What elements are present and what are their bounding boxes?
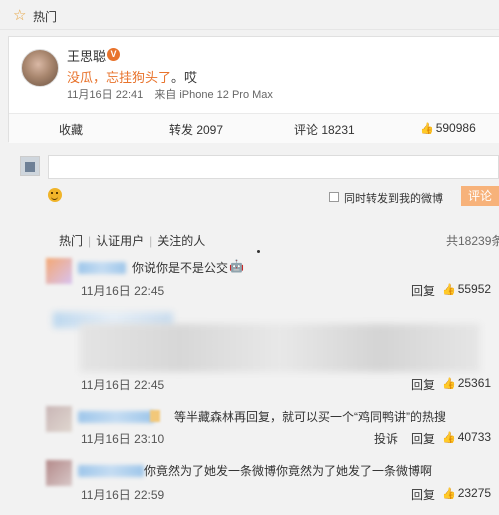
also-repost-checkbox[interactable]: [329, 192, 339, 202]
post-text-suffix: 。哎: [171, 70, 198, 85]
badge-icon: [150, 410, 160, 422]
filter-separator: |: [149, 234, 153, 248]
thumbs-up-icon: 👍: [442, 432, 456, 444]
commenter-name[interactable]: [78, 465, 144, 477]
comment-like-count: 25361: [457, 376, 492, 390]
post-time[interactable]: 11月16日 22:41: [67, 89, 143, 101]
top-bar: ☆ 热门: [0, 0, 499, 30]
thumbs-up-icon: 👍: [442, 488, 456, 500]
reply-button[interactable]: 回复: [411, 430, 435, 447]
also-repost-label: 同时转发到我的微博: [344, 193, 443, 205]
comment-like-count: 40733: [457, 430, 492, 444]
comment-input[interactable]: [48, 155, 499, 179]
collect-button[interactable]: 收藏: [59, 121, 83, 138]
comment-like-button[interactable]: 👍 23275: [442, 486, 491, 500]
comment-row: 你竟然为了她发一条微博你竟然为了她发了一条微博啊 11月16日 22:59 回复…: [8, 460, 499, 508]
reply-button[interactable]: 回复: [411, 486, 435, 503]
filter-hot[interactable]: 热门: [59, 234, 83, 248]
comment-row: 你说你是不是公交 🤖 11月16日 22:45 回复 👍 55952: [8, 258, 499, 304]
comment-text: 你竟然为了她发一条微博你竟然为了她发了一条微博啊: [144, 464, 433, 478]
post-card: 王思聪 V 没瓜，忘挂狗头了。哎 11月16日 22:41 来自 iPhone …: [8, 36, 499, 143]
comment-row: 等半藏森林再回复，就可以买一个“鸡同鸭讲”的热搜 11月16日 23:10 投诉…: [8, 406, 499, 450]
like-count: 590986: [435, 121, 476, 135]
comment-time: 11月16日 22:45: [81, 284, 165, 298]
comment-time: 11月16日 22:45: [81, 378, 165, 392]
post-text-highlight[interactable]: 忘挂狗头了: [106, 70, 171, 85]
repost-button[interactable]: 转发 2097: [169, 121, 223, 138]
thumbs-up-icon: 👍: [442, 378, 456, 390]
reply-button[interactable]: 回复: [411, 376, 435, 393]
verified-badge-icon: V: [107, 48, 120, 61]
comment-text: 等半藏森林再回复，就可以买一个“鸡同鸭讲”的热搜: [174, 410, 446, 424]
filter-verified[interactable]: 认证用户: [96, 234, 144, 248]
comment-button[interactable]: 评论 18231: [294, 121, 355, 138]
section-title: 热门: [33, 10, 58, 24]
post-text: 没瓜，忘挂狗头了。哎: [67, 67, 197, 86]
commenter-name[interactable]: [78, 262, 126, 274]
post-source: 来自 iPhone 12 Pro Max: [154, 89, 273, 101]
post-actions: 收藏 转发 2097 评论 18231 👍 590986: [9, 113, 499, 143]
post-text-prefix[interactable]: 没瓜，: [67, 70, 106, 85]
submit-comment-button[interactable]: 评论: [461, 186, 499, 206]
thumbs-up-icon: 👍: [442, 284, 456, 296]
star-icon: ☆: [13, 7, 27, 24]
author-avatar[interactable]: [21, 49, 59, 87]
comment-row: 11月16日 22:45 回复 👍 25361: [8, 310, 499, 395]
comment-like-count: 55952: [457, 282, 492, 296]
comment-like-button[interactable]: 👍 40733: [442, 430, 491, 444]
comment-like-count: 23275: [457, 486, 492, 500]
like-button[interactable]: 👍 590986: [420, 121, 476, 135]
comment-like-button[interactable]: 👍 55952: [442, 282, 491, 296]
reply-button[interactable]: 回复: [411, 282, 435, 299]
comment-time: 11月16日 22:59: [81, 488, 165, 502]
commenter-avatar[interactable]: [46, 258, 72, 284]
filter-separator: |: [88, 234, 92, 248]
thumbs-up-icon: 👍: [420, 123, 434, 135]
stray-dot: [257, 250, 260, 253]
report-button[interactable]: 投诉: [374, 430, 398, 447]
emoji-icon[interactable]: [48, 188, 62, 202]
comment-time: 11月16日 23:10: [81, 432, 165, 446]
post-meta: 11月16日 22:41 来自 iPhone 12 Pro Max: [67, 86, 281, 102]
filter-following[interactable]: 关注的人: [157, 234, 205, 248]
commenter-avatar[interactable]: [46, 406, 72, 432]
blurred-comment-text: [80, 324, 480, 372]
comment-filters: 热门 | 认证用户 | 关注的人: [59, 232, 205, 249]
comment-text: 你说你是不是公交: [132, 261, 229, 275]
comment-like-button[interactable]: 👍 25361: [442, 376, 491, 390]
my-avatar: [20, 156, 40, 176]
commenter-name[interactable]: [78, 411, 154, 423]
emoji-icon: 🤖: [229, 259, 244, 273]
comments-panel: 同时转发到我的微博 评论 热门 | 认证用户 | 关注的人 共18239条 你说你是不是…: [8, 150, 499, 515]
comment-total: 共18239条: [446, 234, 499, 248]
author-name[interactable]: 王思聪: [67, 46, 106, 65]
commenter-avatar[interactable]: [46, 460, 72, 486]
